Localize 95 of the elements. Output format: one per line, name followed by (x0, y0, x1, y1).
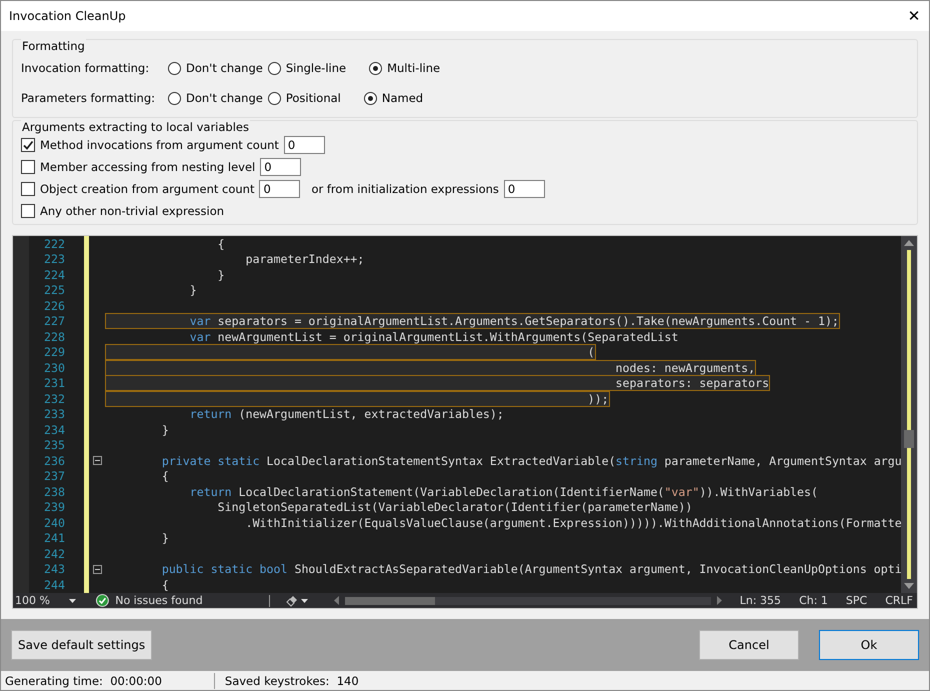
caret-icon (69, 598, 76, 602)
number-field[interactable]: 0 (259, 180, 300, 198)
line-number: 244 (43, 578, 65, 592)
line-number: 242 (43, 546, 65, 561)
radio-button[interactable] (268, 62, 281, 74)
code-line: { (160, 469, 169, 484)
line-number: 226 (43, 298, 65, 313)
number-field[interactable]: 0 (504, 180, 545, 198)
line-number: 228 (43, 330, 65, 344)
radio-option[interactable]: Multi-line (369, 61, 440, 75)
line-number: 233 (43, 407, 65, 422)
code-line: { (160, 578, 169, 592)
radio-option[interactable]: Don't change (168, 61, 263, 75)
code-line: return (newArgumentList, extractedVariables); (188, 407, 504, 422)
code-line: } (160, 531, 169, 546)
line-number: 234 (43, 422, 65, 437)
checkbox-label[interactable]: Member accessing from nesting level (40, 160, 256, 174)
number-field[interactable]: 0 (284, 136, 325, 154)
check-icon (96, 594, 110, 607)
code-editor[interactable] (12, 235, 918, 609)
radio-button[interactable] (168, 92, 181, 104)
line-number: 240 (43, 516, 65, 530)
setting-label: Parameters formatting: (21, 91, 156, 105)
code-line: private static LocalDeclarationStatementSyntax ExtractedVariable(string parameterName, ArgumentSyntax argu (160, 454, 901, 468)
cleanup-dropdown[interactable] (286, 594, 308, 606)
collapse-icon[interactable] (92, 564, 102, 574)
line-number: 222 (43, 236, 65, 251)
window-title: Invocation CleanUp (9, 9, 126, 23)
scroll-up-icon[interactable] (904, 240, 914, 246)
line-number: 225 (43, 283, 65, 298)
zoom-dropdown[interactable]: 100 % (13, 594, 76, 607)
close-button[interactable]: ✕ (899, 1, 929, 31)
scroll-left-icon[interactable] (334, 596, 339, 605)
line-number: 231 (43, 376, 65, 390)
status-text: Saved keystrokes: 140 (224, 674, 359, 688)
field-label: or from initialization expressions (311, 182, 499, 196)
line-number: 227 (43, 314, 65, 328)
radio-option[interactable]: Don't change (168, 91, 263, 105)
line-number: 236 (43, 454, 65, 468)
code-line: .WithInitializer(EqualsValueClause(argument.Expression))))).WithAdditionalAnnotations(Formatte (244, 516, 901, 530)
code-line: return LocalDeclarationStatement(VariableDeclaration(IdentifierName("var")).WithVariables( (188, 484, 818, 499)
radio-button[interactable] (168, 62, 181, 74)
setting-label: Invocation formatting: (21, 61, 150, 75)
checkbox[interactable] (21, 182, 35, 196)
radio-button[interactable] (364, 92, 377, 104)
checkbox[interactable] (21, 204, 35, 218)
code-line: } (216, 268, 225, 282)
line-indicator: Ln: 355 (740, 594, 782, 607)
radio-button[interactable] (268, 92, 281, 104)
line-number: 232 (43, 392, 65, 406)
collapse-icon[interactable] (92, 456, 102, 466)
line-number: 229 (43, 345, 65, 360)
number-field[interactable]: 0 (260, 158, 302, 176)
code-line: public static bool ShouldExtractAsSeparatedVariable(ArgumentSyntax argument, InvocationCleanUpOptions opti (160, 562, 901, 576)
code-line: var newArgumentList = originalArgumentList.WithArguments(SeparatedList (188, 330, 678, 344)
radio-option[interactable]: Single-line (268, 61, 346, 75)
checkbox-label[interactable]: Method invocations from argument count (40, 138, 279, 152)
line-number: 224 (43, 268, 65, 282)
line-number: 223 (43, 252, 65, 266)
cancel-button[interactable]: Cancel (699, 630, 799, 660)
issues-status[interactable]: No issues found (115, 594, 203, 607)
line-number: 230 (43, 360, 65, 375)
line-number: 243 (43, 562, 65, 576)
line-number: 237 (43, 469, 65, 484)
line-number: 235 (43, 438, 65, 452)
indent-indicator[interactable]: SPC (846, 594, 868, 607)
ok-button[interactable]: Ok (819, 630, 919, 660)
line-number: 241 (43, 531, 65, 546)
scroll-right-icon[interactable] (716, 596, 722, 605)
scroll-down-icon[interactable] (904, 583, 914, 589)
horizontal-scrollbar[interactable] (344, 596, 711, 604)
line-number: 238 (43, 484, 65, 499)
group-title: Arguments extracting to local variables (21, 120, 250, 134)
group-title: Formatting (21, 39, 86, 53)
checkbox[interactable] (21, 138, 35, 152)
caret-icon (300, 598, 308, 602)
checkbox[interactable] (21, 160, 35, 174)
radio-option[interactable]: Positional (268, 91, 341, 105)
scroll-thumb[interactable] (904, 430, 914, 448)
code-line: { (216, 236, 225, 251)
code-line: parameterIndex++; (244, 252, 364, 266)
code-line: } (188, 283, 197, 298)
radio-button[interactable] (369, 62, 382, 74)
checkbox-label[interactable]: Any other non-trivial expression (40, 204, 224, 218)
line-ending-indicator[interactable]: CRLF (885, 594, 913, 607)
line-number: 239 (43, 500, 65, 514)
code-line: } (160, 422, 169, 437)
vertical-scrollbar[interactable] (901, 236, 917, 593)
code-line: SingletonSeparatedList(VariableDeclarator(Identifier(parameterName)) (216, 500, 692, 514)
status-text: Generating time: 00:00:00 (5, 674, 162, 688)
radio-option[interactable]: Named (364, 91, 424, 105)
column-indicator: Ch: 1 (799, 594, 828, 607)
brush-icon (286, 594, 298, 606)
save-defaults-button[interactable]: Save default settings (11, 630, 152, 660)
checkbox-label[interactable]: Object creation from argument count (40, 182, 254, 196)
